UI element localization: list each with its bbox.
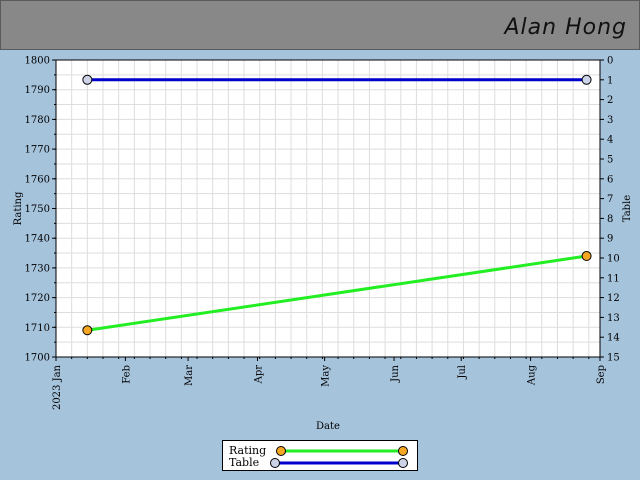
y-right-tick-label: 8 xyxy=(607,214,613,225)
x-tick-label: May xyxy=(321,365,332,387)
data-point-table xyxy=(82,74,93,85)
y-right-tick-label: 1 xyxy=(607,75,613,86)
y-right-tick-label: 0 xyxy=(607,56,613,67)
legend-item-table: Table xyxy=(223,456,417,469)
x-tick-label: Apr xyxy=(253,365,264,385)
y-right-tick-label: 4 xyxy=(607,135,613,146)
y-left-tick-label: 1740 xyxy=(25,234,50,245)
x-tick-label: Aug xyxy=(527,364,538,386)
y-right-tick-label: 6 xyxy=(607,174,613,185)
y-right-tick-label: 3 xyxy=(607,115,613,126)
x-tick-label: Mar xyxy=(184,365,195,386)
y-left-tick-label: 1700 xyxy=(25,353,50,364)
y-right-tick-label: 5 xyxy=(607,155,613,166)
data-point-table xyxy=(581,74,592,85)
legend-marker-table-end xyxy=(398,458,408,468)
data-point-rating xyxy=(581,251,592,262)
x-tick-label: Jul xyxy=(457,365,468,380)
x-tick-label: Feb xyxy=(121,365,132,384)
y-axis-left-label: Rating xyxy=(13,191,24,225)
y-right-tick-label: 10 xyxy=(607,254,620,265)
legend-marker-rating-start xyxy=(276,446,286,456)
y-left-tick-label: 1710 xyxy=(25,323,50,334)
y-right-tick-label: 7 xyxy=(607,194,613,205)
y-right-tick-label: 12 xyxy=(607,293,620,304)
legend: Rating Table xyxy=(222,440,418,471)
legend-marker-rating-end xyxy=(398,446,408,456)
y-right-tick-label: 2 xyxy=(607,95,613,106)
y-left-tick-label: 1720 xyxy=(25,293,50,304)
y-left-tick-label: 1770 xyxy=(25,145,50,156)
y-left-tick-label: 1760 xyxy=(25,174,50,185)
x-tick-label: Sep xyxy=(596,365,607,384)
data-point-rating xyxy=(82,325,93,336)
y-left-tick-label: 1730 xyxy=(25,263,50,274)
legend-marker-table-start xyxy=(270,458,280,468)
y-axis-right-label: Table xyxy=(622,195,633,222)
y-right-tick-label: 9 xyxy=(607,234,613,245)
x-axis-label: Date xyxy=(316,421,340,432)
y-right-tick-label: 14 xyxy=(607,333,620,344)
y-left-tick-label: 1750 xyxy=(25,204,50,215)
y-right-tick-label: 15 xyxy=(607,353,620,364)
x-tick-label: Jun xyxy=(390,364,401,382)
y-right-tick-label: 11 xyxy=(607,273,620,284)
x-tick-label: 2023 Jan xyxy=(52,364,63,410)
line-chart: 1700171017201730174017501760177017801790… xyxy=(13,56,633,433)
y-left-tick-label: 1800 xyxy=(25,56,50,67)
y-left-tick-label: 1790 xyxy=(25,85,50,96)
grid xyxy=(55,59,600,358)
y-right-tick-label: 13 xyxy=(607,313,620,324)
y-left-tick-label: 1780 xyxy=(25,115,50,126)
